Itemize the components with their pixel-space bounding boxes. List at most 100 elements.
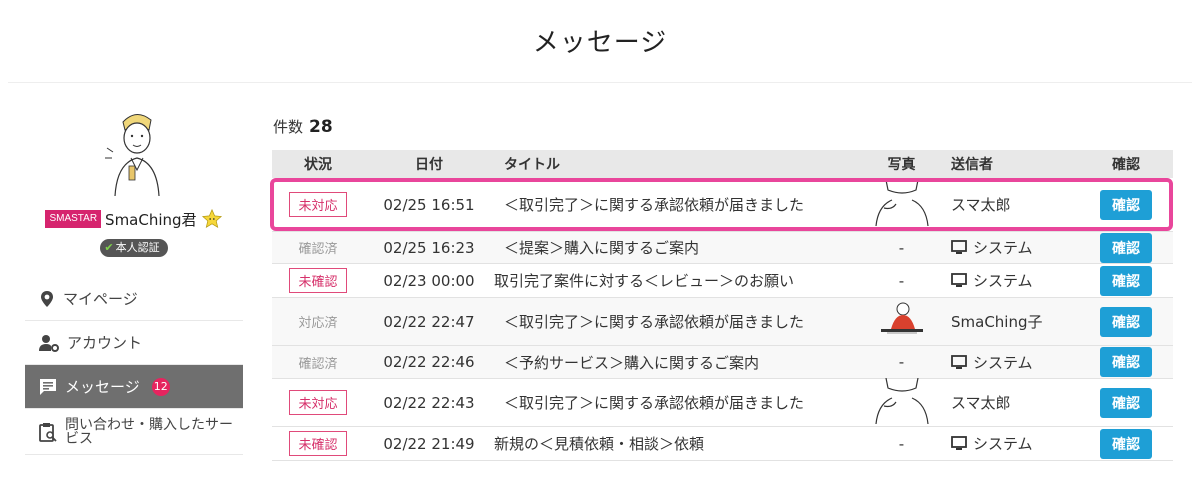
row-sender: SmaChing子 — [939, 311, 1079, 332]
sender-name: システム — [973, 353, 1033, 372]
sidebar-item-label: マイページ — [63, 290, 138, 308]
confirm-button[interactable]: 確認 — [1100, 189, 1152, 220]
row-date: 02/22 22:47 — [383, 312, 475, 331]
status-badge: 未対応 — [289, 192, 347, 217]
table-row[interactable]: 対応済 02/22 22:47 ＜取引完了＞に関する承認依頼が届きました Sma… — [272, 298, 1173, 346]
sender-photo — [864, 377, 939, 428]
verify-line: ✔ 本人認証 — [25, 236, 243, 257]
row-title[interactable]: 新規の＜見積依頼・相談＞依頼 — [494, 433, 864, 454]
sidebar-item-label: アカウント — [67, 334, 143, 352]
sidebar-item-inquiries[interactable]: 問い合わせ・購入したサービス — [25, 409, 243, 455]
header-confirm: 確認 — [1112, 157, 1140, 173]
table-row[interactable]: 未確認 02/22 21:49 新規の＜見積依頼・相談＞依頼 - システム 確認 — [272, 427, 1173, 461]
person-sketch-icon — [874, 377, 929, 424]
confirm-button[interactable]: 確認 — [1100, 265, 1152, 296]
monitor-icon — [951, 240, 967, 254]
table-row[interactable]: 未対応 02/22 22:43 ＜取引完了＞に関する承認依頼が届きました スマ太… — [272, 377, 1173, 428]
table-row[interactable]: 未対応 02/25 16:51 ＜取引完了＞に関する承認依頼が届きました スマ太… — [272, 178, 1173, 232]
row-title[interactable]: ＜提案＞購入に関するご案内 — [494, 237, 864, 258]
sender-name: スマ太郎 — [951, 196, 1011, 214]
sidebar-item-label: 問い合わせ・購入したサービス — [65, 416, 233, 447]
monitor-icon — [951, 354, 967, 369]
row-sender: スマ太郎 — [939, 194, 1079, 215]
row-sender: システム — [939, 237, 1079, 258]
row-title[interactable]: ＜取引完了＞に関する承認依頼が届きました — [494, 194, 864, 215]
confirm-button[interactable]: 確認 — [1100, 232, 1152, 263]
sidebar-nav: マイページ アカウント メッセージ 12 問い合わせ・購入したサービス — [25, 277, 243, 455]
user-gear-icon — [39, 334, 59, 352]
avatar-area — [25, 100, 243, 200]
brand-badge: SMASTAR — [45, 210, 102, 228]
count-label: 件数 — [273, 118, 304, 136]
status-badge: 未確認 — [289, 268, 347, 293]
row-title[interactable]: ＜取引完了＞に関する承認依頼が届きました — [494, 311, 864, 332]
confirm-button[interactable]: 確認 — [1100, 387, 1152, 418]
sender-photo — [864, 179, 939, 230]
table-header: 状況 日付 タイトル 写真 送信者 確認 — [272, 150, 1173, 178]
star-icon — [201, 208, 222, 229]
user-name: SmaChing君 — [105, 210, 197, 229]
header-sender: 送信者 — [951, 157, 993, 173]
avatar — [105, 114, 160, 197]
clipboard-search-icon — [39, 422, 57, 442]
header-date: 日付 — [415, 157, 443, 173]
table-row[interactable]: 未確認 02/23 00:00 取引完了案件に対する＜レビュー＞のお願い - シ… — [272, 264, 1173, 298]
check-icon: ✔ — [104, 241, 114, 254]
confirm-button[interactable]: 確認 — [1100, 428, 1152, 459]
header-divider — [8, 82, 1192, 83]
page-title: メッセージ — [532, 28, 668, 58]
photo-placeholder: - — [898, 238, 905, 257]
confirm-button[interactable]: 確認 — [1100, 306, 1152, 337]
sender-name: システム — [973, 272, 1033, 290]
sidebar-item-account[interactable]: アカウント — [25, 321, 243, 365]
sender-photo — [864, 301, 939, 343]
table-row[interactable]: 確認済 02/25 16:23 ＜提案＞購入に関するご案内 - システム 確認 — [272, 232, 1173, 264]
status-text: 確認済 — [298, 356, 338, 372]
sender-name: システム — [973, 435, 1033, 453]
message-icon — [40, 378, 56, 395]
photo-placeholder: - — [898, 353, 905, 371]
row-date: 02/22 22:43 — [383, 393, 475, 412]
table-row[interactable]: 確認済 02/22 22:46 ＜予約サービス＞購入に関するご案内 - システム… — [272, 346, 1173, 379]
status-badge: 未対応 — [289, 390, 347, 415]
photo-placeholder: - — [898, 434, 905, 453]
person-sketch-icon — [874, 179, 929, 226]
cook-sketch-icon — [880, 302, 923, 333]
unread-count-badge: 12 — [151, 377, 170, 396]
status-text: 確認済 — [298, 242, 338, 257]
row-sender: システム — [939, 433, 1079, 454]
profile-line: SMASTAR SmaChing君 — [25, 206, 243, 232]
header-status: 状況 — [304, 157, 332, 173]
row-sender: システム — [939, 352, 1079, 373]
sender-name: スマ太郎 — [951, 394, 1011, 412]
photo-placeholder: - — [898, 271, 905, 290]
row-sender: システム — [939, 270, 1079, 291]
row-date: 02/25 16:51 — [383, 195, 475, 214]
sidebar-item-messages[interactable]: メッセージ 12 — [25, 365, 243, 409]
verify-badge: ✔ 本人認証 — [100, 239, 168, 257]
row-sender: スマ太郎 — [939, 392, 1079, 413]
verify-label: 本人認証 — [115, 241, 160, 254]
sidebar: SMASTAR SmaChing君 ✔ 本人認証 マイページ アカウント メッセー… — [25, 100, 243, 455]
row-title[interactable]: ＜取引完了＞に関する承認依頼が届きました — [494, 392, 864, 413]
sidebar-item-mypage[interactable]: マイページ — [25, 277, 243, 321]
status-text: 対応済 — [298, 316, 338, 331]
monitor-icon — [951, 273, 967, 287]
row-date: 02/23 00:00 — [383, 271, 475, 290]
confirm-button[interactable]: 確認 — [1100, 347, 1152, 377]
header-title: タイトル — [504, 157, 560, 173]
row-date: 02/25 16:23 — [383, 238, 475, 257]
message-table: 状況 日付 タイトル 写真 送信者 確認 未対応 02/25 16:51 ＜取引… — [272, 150, 1173, 461]
row-title[interactable]: 取引完了案件に対する＜レビュー＞のお願い — [494, 270, 864, 291]
status-badge: 未確認 — [289, 431, 347, 456]
map-pin-icon — [41, 290, 53, 307]
row-title[interactable]: ＜予約サービス＞購入に関するご案内 — [494, 352, 864, 373]
sidebar-item-label: メッセージ — [65, 378, 140, 396]
sender-name: システム — [973, 239, 1033, 257]
monitor-icon — [951, 436, 967, 450]
row-date: 02/22 22:46 — [383, 353, 475, 371]
header-photo: 写真 — [887, 157, 916, 173]
sender-name: SmaChing子 — [951, 313, 1043, 331]
message-count: 件数 28 — [273, 116, 333, 137]
count-value: 28 — [309, 117, 333, 137]
